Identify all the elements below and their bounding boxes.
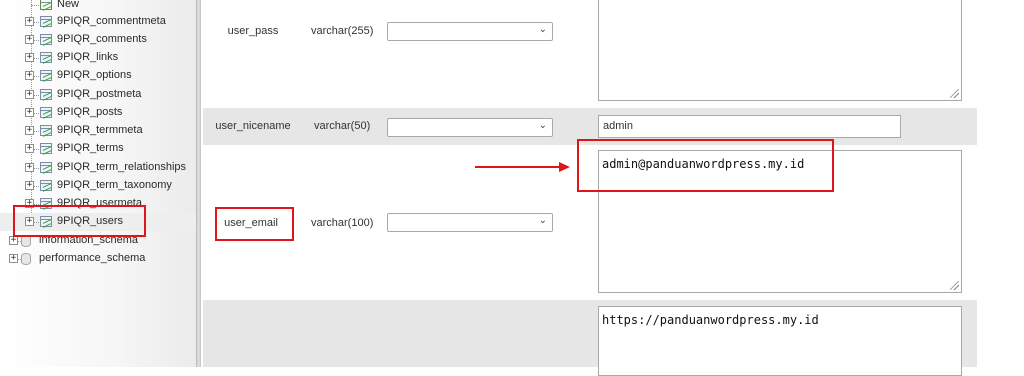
column-name: user_nicename bbox=[215, 120, 291, 132]
table-icon[interactable] bbox=[40, 107, 52, 118]
table-icon[interactable] bbox=[40, 198, 52, 209]
table-icon[interactable] bbox=[40, 70, 52, 81]
tree-item-label[interactable]: 9PIQR_users bbox=[57, 215, 123, 227]
tree-item-label[interactable]: 9PIQR_links bbox=[57, 51, 118, 63]
table-icon[interactable] bbox=[40, 16, 52, 27]
value-textarea[interactable]: admin@panduanwordpress.my.id bbox=[598, 150, 962, 293]
tree-item-table[interactable]: + 9PIQR_comments bbox=[0, 31, 196, 49]
form-row-user-nicename: user_nicename varchar(50) ⌄ admin bbox=[203, 108, 977, 145]
expand-icon[interactable]: + bbox=[25, 90, 34, 99]
table-icon[interactable] bbox=[40, 89, 52, 100]
tree-item-table[interactable]: + 9PIQR_links bbox=[0, 49, 196, 67]
function-select[interactable]: ⌄ bbox=[387, 22, 553, 41]
tree-item-label[interactable]: 9PIQR_posts bbox=[57, 106, 122, 118]
value-text: https://panduanwordpress.my.id bbox=[602, 313, 819, 327]
resize-grip-icon[interactable] bbox=[950, 281, 959, 290]
tree-item-label[interactable]: 9PIQR_termmeta bbox=[57, 124, 143, 136]
chevron-down-icon: ⌄ bbox=[538, 215, 547, 226]
function-select[interactable]: ⌄ bbox=[387, 118, 553, 137]
form-row-user-pass: user_pass varchar(255) ⌄ bbox=[203, 0, 977, 108]
table-icon[interactable] bbox=[40, 216, 52, 227]
value-text: admin bbox=[603, 120, 633, 132]
annotation-arrow-icon bbox=[475, 162, 570, 172]
expand-icon[interactable]: + bbox=[9, 236, 18, 245]
new-table-icon bbox=[40, 0, 52, 10]
value-textarea[interactable]: https://panduanwordpress.my.id bbox=[598, 306, 962, 376]
table-icon[interactable] bbox=[40, 143, 52, 154]
chevron-down-icon: ⌄ bbox=[538, 120, 547, 131]
expand-icon[interactable]: + bbox=[25, 53, 34, 62]
column-type: varchar(255) bbox=[311, 25, 374, 37]
tree-item-label[interactable]: 9PIQR_comments bbox=[57, 33, 147, 45]
resize-grip-icon[interactable] bbox=[950, 89, 959, 98]
tree-item-table[interactable]: + 9PIQR_usermeta bbox=[0, 195, 196, 213]
tree-item-new[interactable]: New bbox=[0, 0, 196, 14]
tree-item-table[interactable]: + 9PIQR_commentmeta bbox=[0, 13, 196, 31]
tree-item-label[interactable]: 9PIQR_commentmeta bbox=[57, 15, 166, 27]
function-select[interactable]: ⌄ bbox=[387, 213, 553, 232]
tree-item-table[interactable]: + 9PIQR_terms bbox=[0, 140, 196, 158]
table-icon[interactable] bbox=[40, 52, 52, 63]
tree-item-label[interactable]: 9PIQR_terms bbox=[57, 142, 124, 154]
tree-item-label[interactable]: information_schema bbox=[39, 234, 138, 246]
tree-item-table-selected[interactable]: + 9PIQR_users bbox=[0, 213, 196, 231]
expand-icon[interactable]: + bbox=[25, 199, 34, 208]
value-text: admin@panduanwordpress.my.id bbox=[602, 157, 805, 171]
database-icon[interactable] bbox=[21, 253, 31, 265]
column-type: varchar(100) bbox=[311, 217, 374, 229]
value-input[interactable]: admin bbox=[598, 115, 901, 138]
navigation-sidebar: New + 9PIQR_commentmeta + 9PIQR_comments… bbox=[0, 0, 196, 367]
tree-item-label[interactable]: New bbox=[57, 0, 79, 10]
expand-icon[interactable]: + bbox=[25, 108, 34, 117]
tree-item-table[interactable]: + 9PIQR_posts bbox=[0, 104, 196, 122]
tree-item-label[interactable]: 9PIQR_term_taxonomy bbox=[57, 179, 172, 191]
tree-item-label[interactable]: 9PIQR_postmeta bbox=[57, 88, 141, 100]
tree-item-database[interactable]: + performance_schema bbox=[0, 250, 196, 268]
tree-item-table[interactable]: + 9PIQR_options bbox=[0, 67, 196, 85]
table-icon[interactable] bbox=[40, 34, 52, 45]
column-name: user_email bbox=[224, 217, 278, 229]
column-name: user_pass bbox=[227, 25, 279, 37]
arrow-head bbox=[559, 162, 570, 172]
expand-icon[interactable]: + bbox=[25, 126, 34, 135]
tree-item-label[interactable]: 9PIQR_term_relationships bbox=[57, 161, 186, 173]
insert-row-form: user_pass varchar(255) ⌄ user_nicename v… bbox=[201, 0, 1024, 376]
tree-item-table[interactable]: + 9PIQR_term_taxonomy bbox=[0, 177, 196, 195]
expand-icon[interactable]: + bbox=[25, 144, 34, 153]
table-icon[interactable] bbox=[40, 180, 52, 191]
expand-icon[interactable]: + bbox=[9, 254, 18, 263]
database-icon[interactable] bbox=[21, 235, 31, 247]
tree-item-database[interactable]: + information_schema bbox=[0, 232, 196, 250]
expand-icon[interactable]: + bbox=[25, 217, 34, 226]
table-icon[interactable] bbox=[40, 162, 52, 173]
expand-icon[interactable]: + bbox=[25, 181, 34, 190]
tree-item-table[interactable]: + 9PIQR_postmeta bbox=[0, 86, 196, 104]
chevron-down-icon: ⌄ bbox=[538, 24, 547, 35]
tree-item-table[interactable]: + 9PIQR_termmeta bbox=[0, 122, 196, 140]
expand-icon[interactable]: + bbox=[25, 17, 34, 26]
column-type: varchar(50) bbox=[314, 120, 371, 132]
form-row-user-email: user_email varchar(100) ⌄ admin@panduanw… bbox=[203, 145, 977, 300]
form-row-user-url: https://panduanwordpress.my.id bbox=[203, 300, 977, 376]
value-textarea[interactable] bbox=[598, 0, 962, 101]
tree-connector bbox=[31, 5, 39, 6]
tree-item-table[interactable]: + 9PIQR_term_relationships bbox=[0, 159, 196, 177]
tree-item-label[interactable]: performance_schema bbox=[39, 252, 145, 264]
expand-icon[interactable]: + bbox=[25, 71, 34, 80]
tree-item-label[interactable]: 9PIQR_options bbox=[57, 69, 132, 81]
table-icon[interactable] bbox=[40, 125, 52, 136]
tree-item-label[interactable]: 9PIQR_usermeta bbox=[57, 197, 142, 209]
expand-icon[interactable]: + bbox=[25, 35, 34, 44]
expand-icon[interactable]: + bbox=[25, 163, 34, 172]
